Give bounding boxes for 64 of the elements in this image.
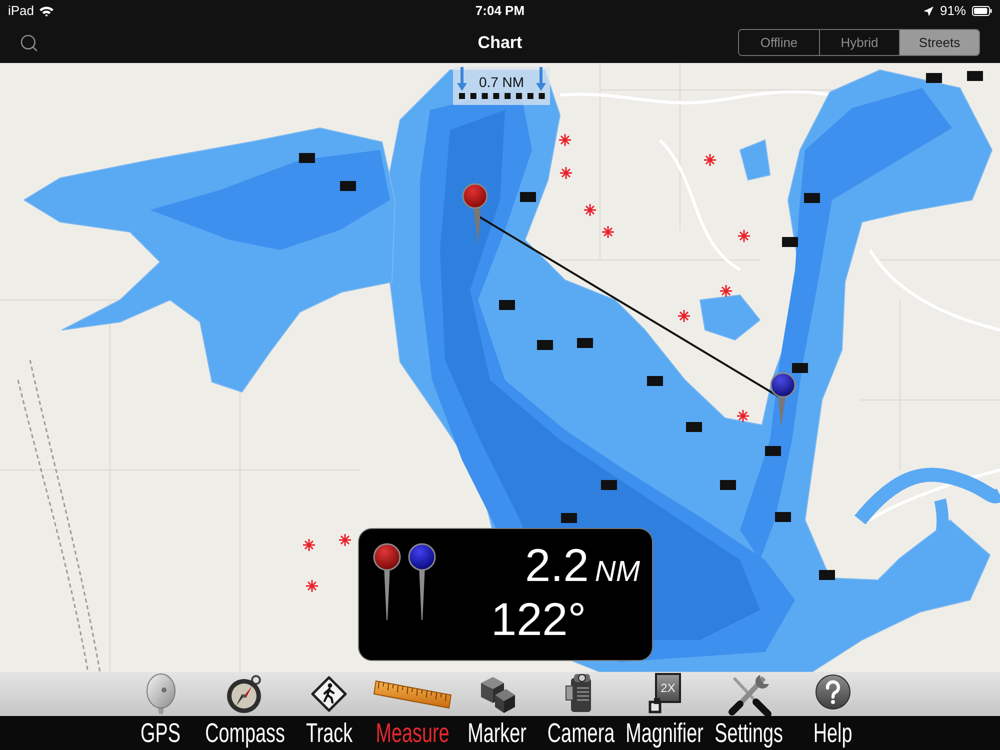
search-icon (19, 32, 39, 52)
map-label-block (520, 192, 536, 202)
battery-percentage: 91% (940, 2, 966, 20)
map-label-block (601, 480, 617, 490)
map-label-block (792, 363, 808, 373)
map-label-block (299, 153, 315, 163)
pedestrian-sign-icon (311, 676, 347, 712)
asterisk-icon (558, 133, 572, 147)
location-arrow-icon (922, 6, 934, 16)
map-label-block (804, 193, 820, 203)
asterisk-icon (677, 309, 691, 323)
distance-unit: NM (594, 558, 640, 587)
toolbar-button[interactable]: Marker (455, 672, 539, 750)
map-mode-segment[interactable]: Streets (899, 30, 979, 55)
map-pin-icon (407, 542, 437, 620)
wifi-icon (39, 6, 54, 16)
toolbar-button[interactable]: Track (287, 672, 371, 750)
asterisk-icon (601, 225, 615, 239)
compass-icon (226, 674, 264, 714)
asterisk-icon (302, 538, 316, 552)
map-label-block (782, 237, 798, 247)
asterisk-icon (737, 229, 751, 243)
map-label-block (926, 73, 942, 83)
map-label-block (340, 181, 356, 191)
down-arrow-icon (536, 67, 546, 91)
scale-label: 0.7 NM (478, 73, 524, 92)
toolbar-button[interactable]: Compass (203, 672, 287, 750)
device-name: iPad (8, 2, 34, 20)
map-label-block (775, 512, 791, 522)
down-arrow-icon (457, 67, 467, 91)
map-label-block (561, 513, 577, 523)
bearing-value: 122° (491, 596, 586, 642)
asterisk-icon (719, 284, 733, 298)
pond (739, 139, 771, 181)
wrench-screwdriver-icon (726, 672, 772, 716)
map-label-block (647, 376, 663, 386)
scale-ticks-icon (458, 93, 544, 100)
satellite-dish-icon (145, 673, 177, 715)
toolbar-button[interactable]: Settings (707, 672, 791, 750)
pond (699, 294, 761, 341)
asterisk-icon (736, 409, 750, 423)
asterisk-icon (583, 203, 597, 217)
toolbar-button[interactable]: Measure (371, 672, 455, 750)
asterisk-icon (305, 579, 319, 593)
map-label-block (720, 480, 736, 490)
toolbar-button[interactable]: 2X Magnifier (623, 672, 707, 750)
battery-icon (972, 6, 992, 16)
toolbar-button[interactable]: GPS (119, 672, 203, 750)
toolbar-button[interactable]: Camera (539, 672, 623, 750)
map-label-block (577, 338, 593, 348)
map-label-block (686, 422, 702, 432)
clock-time: 7:04 PM (475, 2, 525, 20)
toolbar-button[interactable]: Help (791, 672, 875, 750)
asterisk-icon (703, 153, 717, 167)
asterisk-icon (559, 166, 573, 180)
map-label-block (499, 300, 515, 310)
distance-value: 2.2 (524, 542, 589, 588)
map-label-block (819, 570, 835, 580)
map-label-block (765, 446, 781, 456)
asterisk-icon (338, 533, 352, 547)
map-label-block (967, 71, 983, 81)
screen-title: Chart (478, 32, 522, 54)
map-label-block (537, 340, 553, 350)
map-pin-icon (372, 542, 402, 620)
